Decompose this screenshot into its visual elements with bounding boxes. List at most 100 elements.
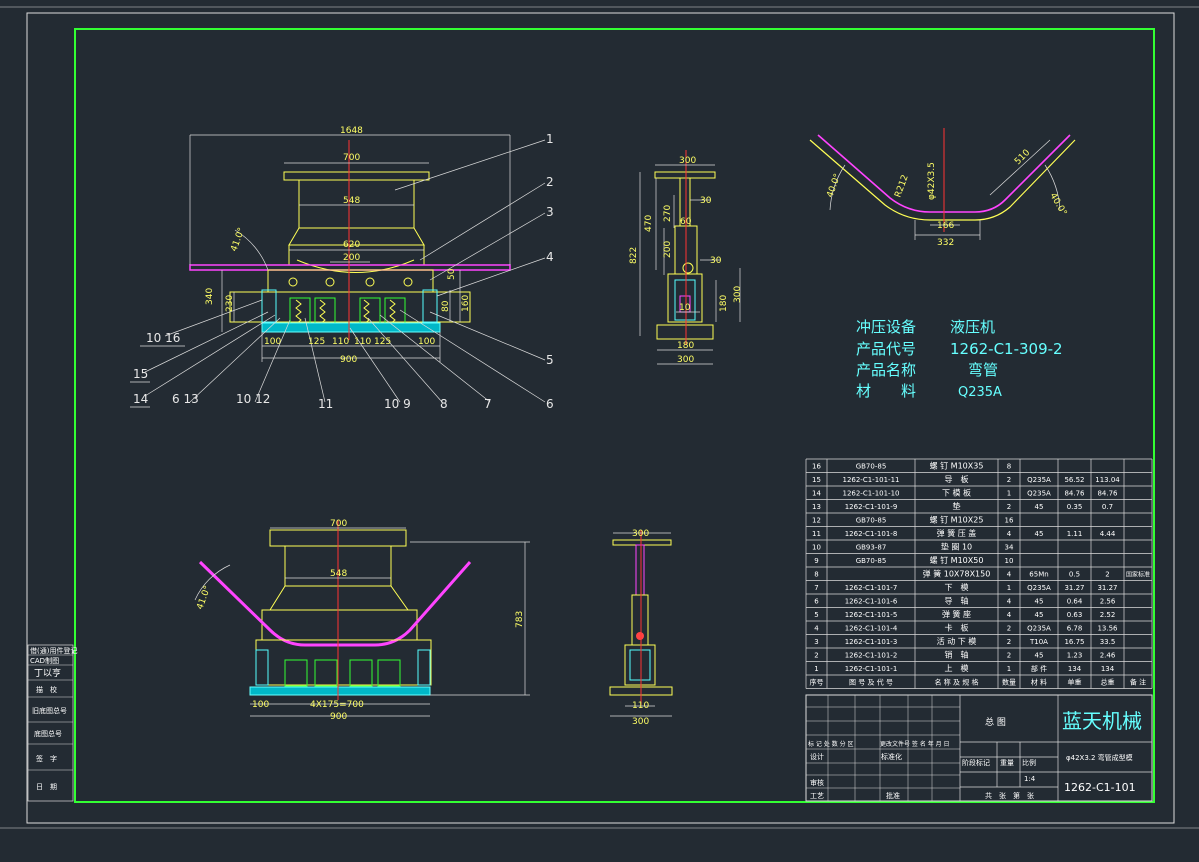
process-label: 工艺 [810, 792, 824, 800]
side-dim-10: 10 [679, 303, 691, 313]
bom-table: 16 GB70-85 螺 钉 M10X35 815 1262-C1-101-11 导 板2… [810, 461, 1151, 687]
bot-dim-4x175: 4X175=700 [310, 700, 364, 710]
sheets-label: 共 张 第 张 [985, 791, 1034, 800]
bom-cell: 1262-C1-101-3 [845, 638, 898, 646]
main-front-view: 1648 700 548 620 200 340 230 160 80 50 1… [130, 126, 554, 411]
design-label: 设计 [810, 752, 824, 761]
rev-header: 标 记 处 数 分 区 [808, 740, 854, 748]
weight-label: 重量 [1000, 759, 1014, 767]
bom-cell: 0.5 [1069, 571, 1080, 579]
bom-cell: 84.76 [1097, 490, 1118, 498]
bom-cell: 螺 钉 M10X35 [930, 461, 984, 471]
strip-7: 签 字 [36, 754, 57, 763]
bom-cell: 1 [1007, 665, 1011, 673]
bom-cell: 1262-C1-101-8 [845, 530, 898, 538]
cad-drawing-canvas[interactable]: 1648 700 548 620 200 340 230 160 80 50 1… [0, 0, 1199, 862]
dim-700: 700 [343, 153, 360, 163]
bom-cell: 1.23 [1067, 652, 1083, 660]
side-strip: 借(通)用件登记 CAD制图 丁以亨 描 校 旧底图总号 底图总号 签 字 日 … [27, 644, 77, 802]
bom-cell: 1262-C1-101-4 [845, 625, 898, 633]
bottom-front-view: 700 548 41.0° 783 100 4X175=700 900 [194, 519, 530, 722]
bom-cell: 0.64 [1067, 598, 1083, 606]
bom-cell: 1262-C1-101-10 [842, 490, 899, 498]
bom-cell: Q235A [1027, 584, 1051, 592]
bom-cell: 8 [814, 571, 818, 579]
bend-pipe-spec: φ42X3.5 [927, 162, 937, 200]
bom-cell: 1 [1007, 490, 1011, 498]
product-info: 冲压设备 液压机 产品代号 1262-C1-309-2 产品名称 弯管 材 料 … [856, 318, 1063, 400]
bom-cell: 2 [1007, 625, 1011, 633]
bom-cell: 16 [812, 463, 821, 471]
rev-header-2: 更改文件号 签 名 年 月 日 [880, 740, 950, 748]
bom-cell: 1262-C1-101-6 [845, 598, 898, 606]
dim-548: 548 [343, 196, 360, 206]
bom-cell: 4 [814, 625, 819, 633]
bom-header-cell: 总重 [1101, 678, 1115, 687]
drawing-name: 总 图 [985, 716, 1006, 728]
balloon-11: 11 [318, 397, 333, 411]
bom-cell: 12 [812, 517, 821, 525]
side-dim-300c: 300 [677, 355, 694, 365]
strip-5: 旧底图总号 [32, 706, 67, 715]
drawing-number: 1262-C1-101 [1064, 781, 1136, 794]
bom-cell: 0.35 [1067, 503, 1083, 511]
bom-cell: Q235A [1027, 490, 1051, 498]
dim-50: 50 [447, 268, 457, 280]
balloon-7: 7 [484, 397, 492, 411]
bom-cell: 6.78 [1067, 625, 1083, 633]
bot-dim-783: 783 [515, 611, 525, 628]
bom-cell: 2 [1007, 638, 1011, 646]
bom-cell: 1262-C1-101-7 [845, 584, 898, 592]
scale-label: 比例 [1022, 758, 1036, 767]
bom-cell: 1262-C1-101-2 [845, 652, 898, 660]
bom-cell: 4.44 [1100, 530, 1116, 538]
bom-cell: 0.63 [1067, 611, 1083, 619]
info-value-2: 1262-C1-309-2 [950, 340, 1063, 358]
bom-cell: 部 件 [1031, 664, 1047, 673]
bom-cell: 45 [1035, 530, 1044, 538]
balloon-5: 5 [546, 353, 554, 367]
bom-cell: Q235A [1027, 625, 1051, 633]
bom-cell: 134 [1101, 665, 1115, 673]
bom-cell: 84.76 [1064, 490, 1085, 498]
part-description: φ42X3.2 弯管成型模 [1066, 753, 1133, 762]
dim-angle: 41.0° [229, 227, 247, 253]
info-label-1: 冲压设备 [856, 318, 916, 336]
bom-cell: 下 模 [945, 582, 969, 592]
side-dim-270: 270 [663, 205, 673, 222]
bom-cell: 13 [812, 503, 821, 511]
bom-header-cell: 图 号 及 代 号 [849, 678, 893, 687]
drawing-sheet: 1648 700 548 620 200 340 230 160 80 50 1… [0, 6, 1199, 829]
dim-110-right: 110 [354, 337, 371, 347]
strip-2: CAD制图 [30, 656, 59, 665]
bend-view: 40.0° R212 φ42X3.5 510 40.0° 166 332 [809, 128, 1076, 248]
bom-cell: 下 模 板 [942, 488, 971, 498]
bom-cell: GB93-87 [856, 544, 887, 552]
bom-cell: 2 [1007, 503, 1011, 511]
bom-cell: 113.04 [1095, 476, 1120, 484]
bom-cell: 螺 钉 M10X50 [930, 555, 984, 565]
balloon-8: 8 [440, 397, 448, 411]
info-value-4: Q235A [958, 385, 1002, 400]
bend-dim-510: 510 [1013, 148, 1032, 167]
strip-8: 日 期 [36, 783, 57, 791]
balloon-6-13: 6 13 [172, 392, 199, 406]
dim-1648: 1648 [340, 126, 363, 136]
bom-cell: 5 [814, 611, 818, 619]
side-dim-180b: 180 [677, 341, 694, 351]
bom-cell: 1262-C1-101-5 [845, 611, 898, 619]
stage-mark-label: 阶段标记 [962, 758, 990, 767]
bom-cell: 垫 圈 10 [941, 542, 972, 552]
side-dim-60: 60 [680, 217, 692, 227]
side-dim-180: 180 [719, 295, 729, 312]
info-label-4: 材 料 [856, 382, 916, 400]
bom-cell: 3 [814, 638, 818, 646]
bside-dim-110: 110 [632, 701, 649, 711]
bom-cell: Q235A [1027, 476, 1051, 484]
bom-cell: 8 [1007, 463, 1011, 471]
bom-cell: 1 [814, 665, 818, 673]
bottom-side-view: 300 110 300 [609, 529, 673, 727]
balloon-10-12: 10 12 [236, 392, 270, 406]
bom-cell: 活 动 下 模 [937, 636, 977, 646]
dim-200: 200 [343, 253, 360, 263]
